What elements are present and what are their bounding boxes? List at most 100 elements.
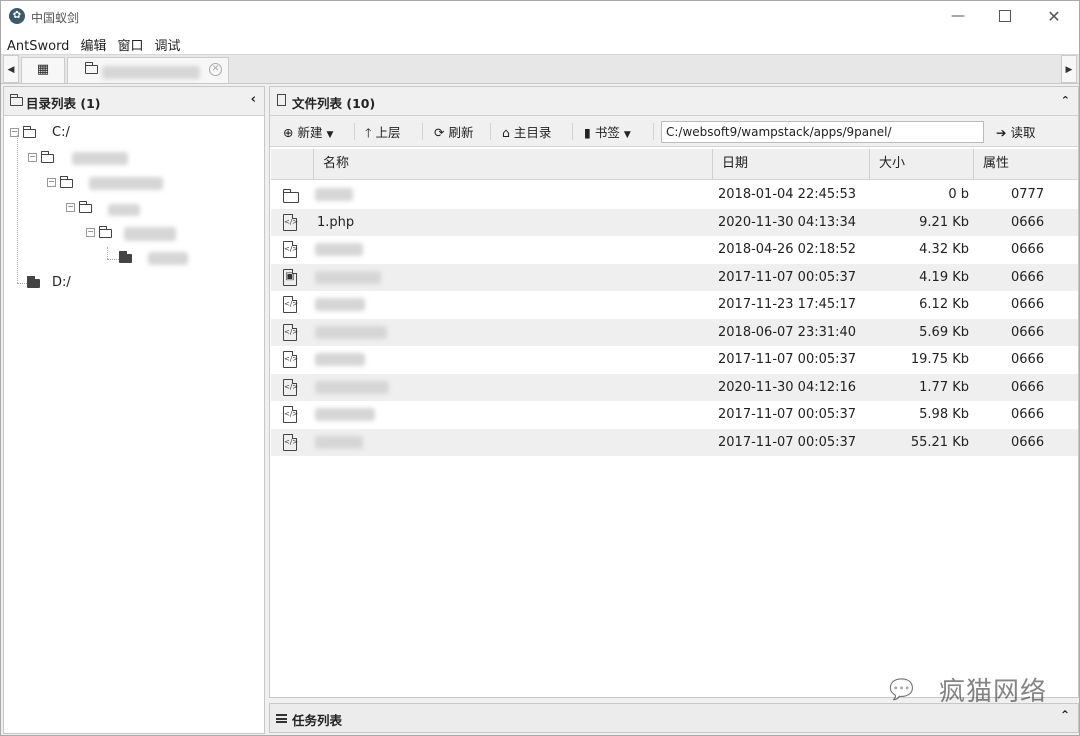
file-row[interactable]: </> 2020-11-30 04:12:16 1.77 Kb 0666 [271,373,1078,401]
file-attributes: 0666 [1011,242,1045,257]
new-button[interactable]: ⊕ 新建 ▼ [283,122,333,141]
menu-antsword[interactable]: AntSword [1,36,74,54]
column-header-icon [271,149,314,179]
file-name-redacted [315,298,365,311]
tab-home[interactable]: ▦ [21,57,65,83]
minimize-button[interactable]: — [935,1,981,32]
expand-up-icon[interactable]: ⌃ [1060,708,1070,722]
antsword-logo-icon: ✿ [9,8,25,24]
caret-down-icon: ▼ [326,130,334,140]
tab-scroll-right-button[interactable]: ▶ [1061,55,1077,83]
file-size: 9.21 Kb [919,214,969,230]
folder-name-redacted [124,227,176,241]
home-directory-button[interactable]: ⌂ 主目录 [502,122,551,141]
file-list-header: 文件列表 (10) ⌃ [270,87,1078,116]
tab-close-icon[interactable]: ✕ [209,63,222,76]
file-date: 2017-11-07 00:05:37 [718,269,857,285]
collapse-node-icon[interactable]: − [66,203,75,212]
directory-panel: 目录列表 (1) ‹ − C:/ − − − − D:/ [3,86,265,734]
collapse-left-icon[interactable]: ‹ [251,92,256,107]
file-attributes: 0666 [1011,269,1045,285]
file-name-redacted [315,408,375,421]
file-size: 6.12 Kb [919,297,969,312]
file-row[interactable]: ▣ 2017-11-07 00:05:37 4.19 Kb 0666 [271,263,1078,291]
tree-node-folder[interactable]: − [86,225,186,243]
code-file-icon: </> [283,406,298,423]
file-name-redacted [315,270,381,284]
file-name-redacted [315,243,363,256]
file-size: 4.32 Kb [919,242,969,257]
maximize-button[interactable] [982,1,1028,32]
tab-shell-session[interactable]: ✕ [67,57,229,83]
refresh-label: 刷新 [448,125,474,140]
file-date: 2018-06-07 23:31:40 [718,324,857,340]
code-file-icon: </> [283,378,298,396]
file-row[interactable]: 2018-01-04 22:45:53 0 b 0777 [271,181,1078,208]
tab-scroll-left-button[interactable]: ◀ [3,55,19,83]
tree-node-folder[interactable]: − [66,200,156,218]
tree-node-folder[interactable]: − [28,150,138,168]
path-input[interactable] [661,121,984,143]
folder-icon [283,189,299,203]
folder-icon [79,201,92,213]
refresh-icon: ⟳ [434,125,445,140]
file-toolbar: ⊕ 新建 ▼ 🡑 上层 ⟳ 刷新 ⌂ 主目录 ▮ 书签 ▼ ➔ 读取 [270,116,1078,147]
folder-name-redacted [89,177,163,190]
up-directory-button[interactable]: 🡑 上层 [365,122,401,145]
image-file-icon: ▣ [283,268,297,286]
menu-edit[interactable]: 编辑 [74,32,111,54]
tree-node-folder-selected[interactable] [106,250,196,268]
grid-icon: ▦ [36,62,50,77]
collapse-up-icon[interactable]: ⌃ [1061,94,1070,107]
file-attributes: 0666 [1011,214,1045,230]
file-attributes: 0666 [1011,379,1045,395]
file-date: 2020-11-30 04:13:34 [718,214,857,230]
file-row[interactable]: </> 1.php 2020-11-30 04:13:34 9.21 Kb 0666 [271,208,1078,236]
folder-icon [41,151,54,163]
collapse-node-icon[interactable]: − [86,228,95,237]
menu-window[interactable]: 窗口 [111,32,148,54]
column-header-name[interactable]: 名称 [314,149,713,179]
file-row[interactable]: </> 2017-11-07 00:05:37 19.75 Kb 0666 [271,346,1078,373]
code-file-icon: </> [283,351,298,368]
tree-node-label: D:/ [52,275,71,290]
code-file-icon: </> [283,296,298,313]
file-size: 19.75 Kb [910,352,969,367]
file-date: 2017-11-07 00:05:37 [718,407,857,422]
file-icon [277,94,286,106]
collapse-node-icon[interactable]: − [10,128,19,137]
column-header-attributes[interactable]: 属性 [974,149,1078,179]
column-header-size[interactable]: 大小 [870,149,974,179]
collapse-node-icon[interactable]: − [28,153,37,162]
file-date: 2017-11-07 00:05:37 [718,352,857,367]
menu-debug[interactable]: 调试 [148,32,185,54]
up-label: 上层 [375,125,401,140]
file-attributes: 0777 [1011,187,1045,202]
directory-panel-title: 目录列表 (1) [26,96,101,111]
tree-node-folder[interactable]: − [47,175,177,193]
column-header-date[interactable]: 日期 [713,149,870,179]
toolbar-divider [354,123,355,140]
folder-open-icon [119,251,132,263]
bookmark-button[interactable]: ▮ 书签 ▼ [584,122,631,141]
file-attributes: 0666 [1011,407,1045,422]
file-row[interactable]: </> 2018-04-26 02:18:52 4.32 Kb 0666 [271,236,1078,263]
arrow-up-icon: 🡑 [365,125,372,140]
file-row[interactable]: </> 2017-11-07 00:05:37 55.21 Kb 0666 [271,428,1078,456]
collapse-node-icon[interactable]: − [47,178,56,187]
file-row[interactable]: </> 2017-11-07 00:05:37 5.98 Kb 0666 [271,401,1078,428]
toolbar-divider [422,123,423,140]
file-size: 1.77 Kb [919,379,969,395]
code-file-icon: </> [283,241,298,258]
folder-icon [60,176,73,188]
file-attributes: 0666 [1011,434,1045,450]
file-grid-header: 名称 日期 大小 属性 [271,149,1078,180]
close-button[interactable]: ✕ [1031,1,1077,32]
file-row[interactable]: </> 2017-11-23 17:45:17 6.12 Kb 0666 [271,291,1078,318]
code-file-icon: </> [283,433,298,451]
refresh-button[interactable]: ⟳ 刷新 [434,122,473,141]
file-row[interactable]: </> 2018-06-07 23:31:40 5.69 Kb 0666 [271,318,1078,346]
arrow-right-icon: ➔ [996,125,1007,140]
read-path-button[interactable]: ➔ 读取 [996,122,1035,141]
list-icon [276,714,287,723]
